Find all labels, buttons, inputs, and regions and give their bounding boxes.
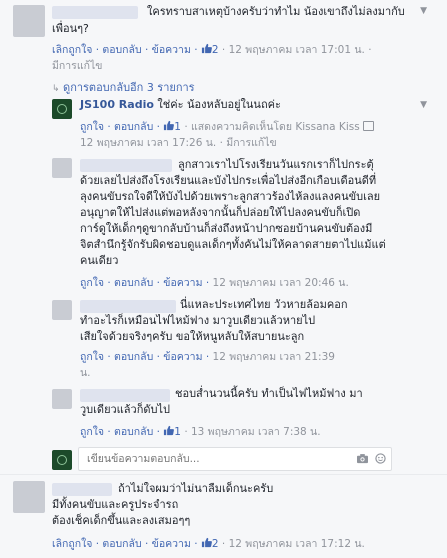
reply-text-line: ลูกสาวเราไปโรงเรียนวันแรกเราก็ไปกระตุ้ bbox=[178, 158, 374, 171]
replier-name[interactable] bbox=[80, 300, 176, 313]
reply-text-line: นี่แหละประเทศไทย วัวหายล้อมคอก bbox=[180, 298, 348, 311]
reply-actions[interactable]: ถูกใจ · ตอบกลับ · bbox=[80, 121, 160, 133]
reply-input[interactable] bbox=[85, 450, 339, 468]
comment-options-chevron-icon[interactable]: ▼ bbox=[420, 6, 427, 16]
comment-text-cont: เพื่อนๆ? bbox=[52, 22, 89, 35]
edited-label[interactable]: มีการแก้ไข bbox=[52, 59, 102, 73]
reply-time[interactable]: 12 พฤษภาคม เวลา 20:46 น. bbox=[213, 277, 349, 289]
reply-text-line: ทำอะไรก็เหมือนไฟไหม้ฟาง มาวูบเดียวแล้วหา… bbox=[80, 314, 316, 327]
sticker-icon[interactable] bbox=[375, 453, 386, 464]
comment-text: ใครทราบสาเหตุบ้างครับว่าทำไม น้องเขาถึงไ… bbox=[147, 5, 405, 18]
reply-time-suffix[interactable]: น. bbox=[80, 366, 91, 380]
like-thumb-icon bbox=[201, 537, 212, 548]
divider bbox=[0, 474, 447, 475]
commenter-avatar[interactable] bbox=[13, 481, 45, 513]
camera-icon[interactable] bbox=[356, 453, 369, 464]
like-count[interactable]: 1 bbox=[174, 426, 181, 438]
view-more-replies-label: ดูการตอบกลับอีก 3 รายการ bbox=[63, 81, 195, 94]
reply-text-line: ด้วยเลยไปส่งถึงโรงเรียนและบังไปกระเพื่อไ… bbox=[80, 174, 377, 187]
comment-text-line: มีทั้งคนขับและครูประจำรถ bbox=[52, 498, 179, 511]
reply-actions[interactable]: ถูกใจ · ตอบกลับ · ข้อความ · bbox=[80, 351, 209, 363]
reply-text-line: วูบเดียวแล้วก็ดับไป bbox=[80, 403, 170, 416]
commenter-avatar[interactable] bbox=[13, 5, 45, 37]
reply-text-line: คนเดียว bbox=[80, 254, 119, 267]
replier-avatar[interactable] bbox=[52, 300, 72, 320]
js100-avatar[interactable] bbox=[52, 99, 72, 119]
info-icon[interactable] bbox=[363, 121, 375, 131]
comment-text-line: ต้องเช็คเด็กขึ้นและลงเสมอๆๆ bbox=[52, 514, 191, 527]
commenter-name[interactable] bbox=[52, 483, 112, 496]
like-thumb-icon bbox=[201, 43, 212, 54]
like-count[interactable]: 1 bbox=[174, 121, 181, 133]
comment-text-line: ถ้าไม่ใจผมว่าไม่นาลืมเด็กนะครับ bbox=[118, 482, 274, 495]
replier-avatar[interactable] bbox=[52, 158, 72, 178]
comment-actions[interactable]: เลิกถูกใจ · ตอบกลับ · ข้อความ · bbox=[52, 538, 198, 550]
replier-avatar[interactable] bbox=[52, 389, 72, 409]
reply-text-line: จิตสำนึกรู้จักรับผิดชอบดูแลเด็กๆทั้งคันไ… bbox=[80, 238, 386, 251]
commenter-name[interactable] bbox=[52, 6, 138, 19]
like-thumb-icon bbox=[164, 425, 175, 436]
reply-actions[interactable]: ถูกใจ · ตอบกลับ · bbox=[80, 426, 160, 438]
comment-actions[interactable]: เลิกถูกใจ · ตอบกลับ · ข้อความ · bbox=[52, 44, 198, 56]
comment-time[interactable]: · 12 พฤษภาคม เวลา 17:01 น. · bbox=[222, 44, 372, 56]
posted-by[interactable]: · แสดงความคิดเห็นโดย Kissana Kiss bbox=[184, 121, 359, 133]
reply-text-line: เสียใจด้วยจริงๆครับ ขอให้หนูหลับให้สบายน… bbox=[80, 330, 305, 343]
reply-actions[interactable]: ถูกใจ · ตอบกลับ · ข้อความ · bbox=[80, 277, 209, 289]
composer-avatar bbox=[52, 450, 72, 470]
replier-name[interactable] bbox=[80, 159, 172, 172]
reply-time[interactable]: 12 พฤษภาคม เวลา 17:26 น. · มีการแก้ไข bbox=[80, 136, 277, 150]
reply-time[interactable]: · 13 พฤษภาคม เวลา 7:38 น. bbox=[184, 426, 320, 438]
like-count[interactable]: 2 bbox=[212, 44, 219, 56]
reply-options-chevron-icon[interactable]: ▼ bbox=[420, 100, 427, 110]
view-more-replies[interactable]: ↳ ดูการตอบกลับอีก 3 รายการ bbox=[52, 78, 195, 96]
reply-input-box[interactable] bbox=[78, 447, 392, 471]
reply-time[interactable]: 12 พฤษภาคม เวลา 21:39 bbox=[213, 351, 335, 363]
reply-text-line: การ์ดูให้เด็กๆดูขากลับบ้านก็ส่งถึงหน้าปา… bbox=[80, 222, 373, 235]
reply-text-line: ลุงคนขับรถใจดีให้บังไปด้วยเพราะลูกสาวร้อ… bbox=[80, 190, 381, 203]
like-thumb-icon bbox=[164, 120, 175, 131]
reply-text-line: อนุญาตให้ไปส่งแต่พอหลังจากนั้นก็ปล่อยให้… bbox=[80, 206, 361, 219]
comment-time[interactable]: · 12 พฤษภาคม เวลา 17:12 น. bbox=[222, 538, 365, 550]
like-count[interactable]: 2 bbox=[212, 538, 219, 550]
reply-arrow-icon: ↳ bbox=[52, 84, 60, 94]
replier-name[interactable] bbox=[80, 389, 170, 402]
reply-text: ใช่ค่ะ น้องหลับอยู่ในนถค่ะ bbox=[157, 98, 281, 111]
reply-text-line: ชอบส่ำนวนนี้ครับ ทำเป็นไฟไหม้ฟาง มา bbox=[175, 387, 363, 400]
reply-author[interactable]: JS100 Radio bbox=[80, 98, 154, 111]
